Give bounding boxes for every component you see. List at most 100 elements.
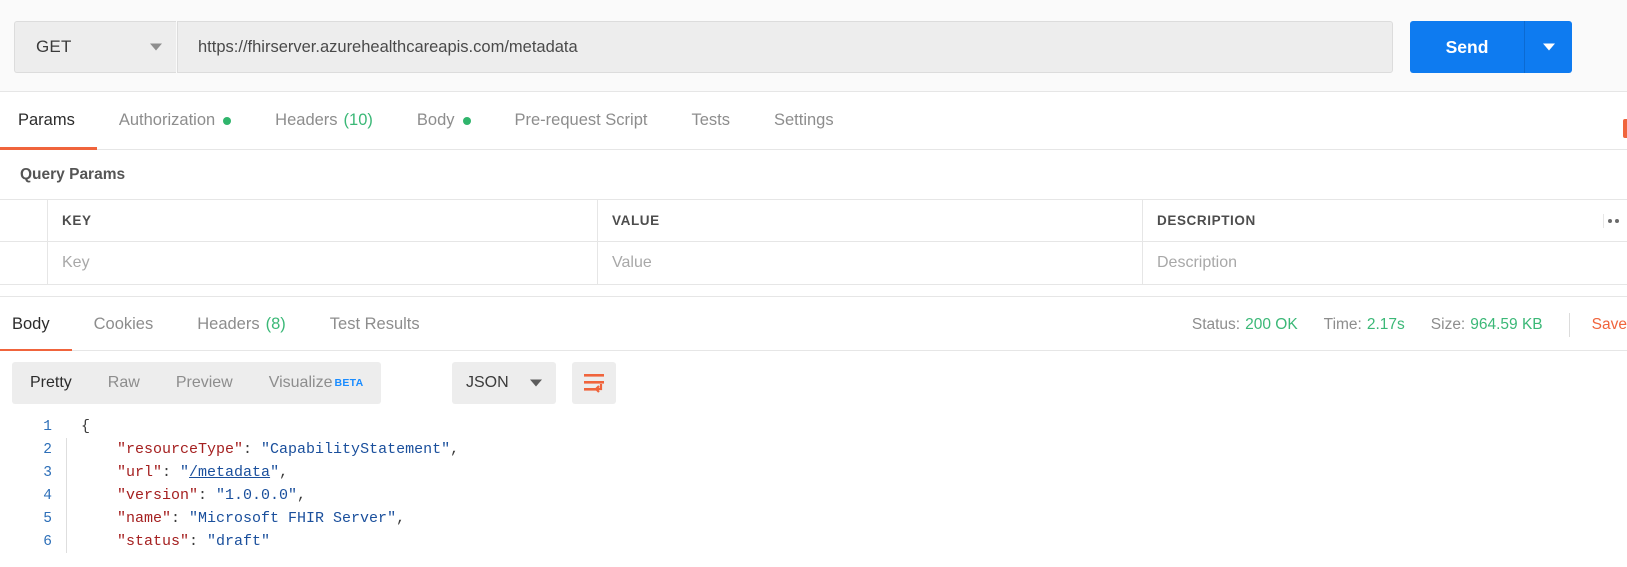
view-mode-pretty[interactable]: Pretty [12, 362, 90, 404]
tab-label: Body [416, 111, 455, 129]
json-token: : [171, 510, 190, 527]
tab-label: Params [18, 111, 75, 129]
json-token: : [189, 533, 208, 550]
indent-guide [66, 438, 67, 461]
indent-guide [66, 461, 67, 484]
json-token: "url" [117, 464, 163, 481]
json-token: " [270, 464, 280, 481]
table-header-row: KEY VALUE DESCRIPTION [0, 199, 1627, 242]
request-tab-headers[interactable]: Headers (10) [253, 92, 395, 150]
json-token: , [396, 510, 406, 527]
code-line: 2 "resourceType": "CapabilityStatement", [0, 438, 1627, 461]
tab-label: Headers [275, 111, 338, 129]
beta-badge: BETA [334, 377, 364, 389]
response-format-selector[interactable]: JSON [452, 362, 556, 404]
json-token: " [180, 464, 190, 481]
response-tab-headers[interactable]: Headers (8) [175, 297, 308, 352]
tab-label: Cookies [93, 315, 154, 333]
word-wrap-icon[interactable] [572, 362, 616, 404]
response-bar: Body Cookies Headers (8) Test Results Status… [0, 296, 1627, 352]
json-token: , [279, 464, 289, 481]
chevron-down-icon [530, 379, 542, 387]
tab-label: Pre-request Script [514, 111, 648, 129]
code-text: "name": "Microsoft FHIR Server", [103, 510, 405, 527]
json-token: "resourceType" [117, 441, 244, 458]
response-tab-cookies[interactable]: Cookies [72, 297, 176, 352]
json-token: "name" [117, 510, 172, 527]
view-mode-raw[interactable]: Raw [90, 362, 158, 404]
indent-guide [66, 484, 67, 507]
time-badge: Time: 2.17s [1323, 315, 1405, 333]
column-header-description: DESCRIPTION [1143, 200, 1627, 241]
http-method-selector[interactable]: GET [14, 21, 176, 73]
column-header-key: KEY [48, 200, 598, 241]
table-row: Key Value Description [0, 242, 1627, 285]
view-mode-label: Visualize [268, 374, 333, 391]
tab-label: Tests [691, 111, 730, 129]
request-tab-authorization[interactable]: Authorization [97, 92, 253, 150]
code-text: "url": "/metadata", [103, 464, 288, 481]
tab-label: Body [12, 315, 50, 333]
tab-count: (10) [343, 111, 373, 129]
column-header-value: VALUE [598, 200, 1143, 241]
view-mode-preview[interactable]: Preview [158, 362, 251, 404]
json-token: "status" [117, 533, 190, 550]
query-params-header: Query Params [0, 150, 1627, 199]
line-number: 1 [43, 418, 52, 435]
request-tab-body[interactable]: Body [395, 92, 493, 150]
response-format-label: JSON [466, 374, 509, 391]
url-input[interactable]: https://fhirserver.azurehealthcareapis.c… [177, 21, 1393, 73]
param-key-input[interactable]: Key [48, 242, 598, 284]
tab-label: Authorization [118, 111, 216, 129]
view-mode-label: Raw [107, 374, 140, 391]
view-mode-label: Pretty [30, 374, 72, 391]
tab-label: Headers [197, 315, 260, 333]
json-token: : [243, 441, 262, 458]
param-value-input[interactable]: Value [598, 242, 1143, 284]
line-number: 6 [43, 533, 52, 550]
response-format-toolbar: Pretty Raw Preview Visualize BETA JSON [0, 351, 1627, 415]
json-token: , [297, 487, 307, 504]
line-number: 4 [43, 487, 52, 504]
param-description-input[interactable]: Description [1143, 242, 1627, 284]
json-token: "Microsoft FHIR Server" [189, 510, 397, 527]
view-mode-visualize[interactable]: Visualize BETA [251, 362, 382, 404]
json-link[interactable]: /metadata [189, 464, 270, 481]
indent-guide [66, 507, 67, 530]
code-line: 4 "version": "1.0.0.0", [0, 484, 1627, 507]
response-tab-body[interactable]: Body [0, 297, 72, 352]
query-params-title: Query Params [20, 165, 126, 183]
response-body-json[interactable]: 1 {2 "resourceType": "CapabilityStatement"… [0, 415, 1627, 567]
request-tab-pre-request-script[interactable]: Pre-request Script [493, 92, 670, 150]
url-input-value: https://fhirserver.azurehealthcareapis.c… [198, 37, 578, 56]
size-badge: Size: 964.59 KB [1430, 315, 1543, 333]
request-tab-params[interactable]: Params [0, 92, 97, 150]
line-number: 5 [43, 510, 52, 527]
save-response-link[interactable]: Save [1592, 316, 1627, 334]
status-dot-icon [462, 116, 471, 125]
code-line: 3 "url": "/metadata", [0, 461, 1627, 484]
tab-count: (8) [265, 315, 286, 333]
divider [1568, 312, 1570, 337]
json-token: "draft" [207, 533, 271, 550]
request-tab-settings[interactable]: Settings [752, 92, 856, 150]
json-token: { [81, 418, 91, 435]
request-tab-bar: Params Authorization Headers (10) Body Pre-re… [0, 92, 1627, 150]
code-text: "version": "1.0.0.0", [103, 487, 306, 504]
send-button-group: Send [1410, 21, 1572, 73]
ellipsis-icon[interactable] [1603, 213, 1625, 228]
json-token: "version" [117, 487, 199, 504]
code-text: "status": "draft" [103, 533, 270, 550]
request-tab-tests[interactable]: Tests [669, 92, 752, 150]
send-options-button[interactable] [1524, 21, 1572, 73]
json-token: , [450, 441, 460, 458]
send-button[interactable]: Send [1410, 21, 1524, 73]
tab-label: Test Results [329, 315, 420, 333]
code-text: { [67, 418, 90, 435]
code-line: 5 "name": "Microsoft FHIR Server", [0, 507, 1627, 530]
response-meta: Status: 200 OK Time: 2.17s Size: 964.59 KB … [1192, 297, 1627, 352]
row-checkbox-cell[interactable] [0, 242, 48, 284]
response-tab-test-results[interactable]: Test Results [308, 297, 442, 352]
response-tab-bar: Body Cookies Headers (8) Test Results [0, 297, 442, 352]
right-edge-accent [1623, 119, 1627, 138]
